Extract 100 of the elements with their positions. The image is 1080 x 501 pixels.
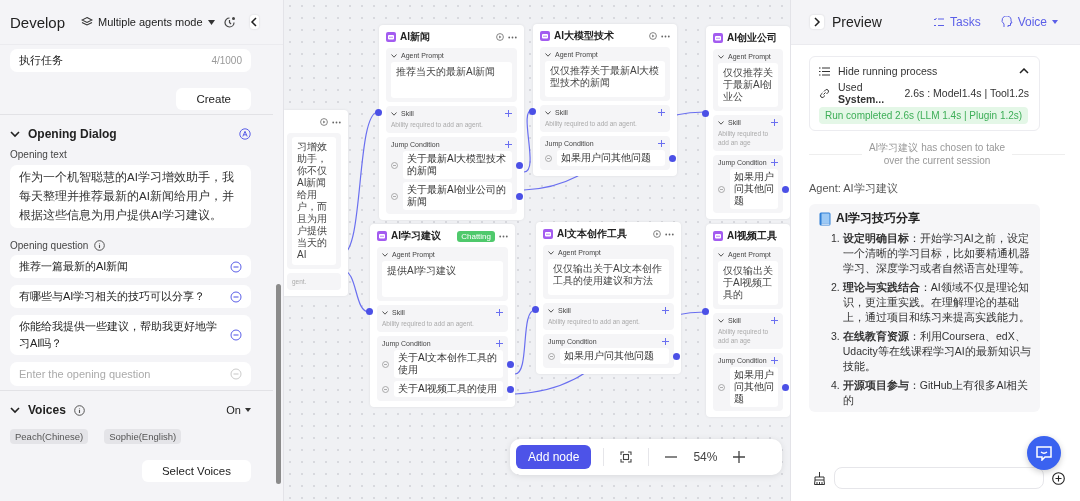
output-port-dot[interactable]	[516, 192, 523, 200]
chat-input[interactable]	[834, 467, 1044, 489]
input-port-dot[interactable]	[532, 306, 539, 313]
plus-icon[interactable]	[658, 109, 665, 116]
plus-icon[interactable]	[505, 110, 512, 117]
chevron-down-icon[interactable]	[10, 130, 20, 138]
caret-icon[interactable]	[1019, 68, 1029, 74]
info-icon[interactable]	[94, 240, 106, 251]
robot-icon	[543, 229, 553, 239]
task-input[interactable]: 执行任务 4/1000	[10, 49, 251, 72]
node-title: AI视频工具	[727, 229, 777, 243]
input-port-dot[interactable]	[702, 110, 709, 117]
plus-icon[interactable]	[662, 307, 669, 314]
voice-dropdown[interactable]: Voice	[1000, 15, 1058, 29]
add-circle-icon[interactable]	[1052, 471, 1065, 485]
message-title: AI学习技巧分享	[836, 210, 920, 227]
output-port-dot[interactable]	[507, 385, 514, 393]
more-icon[interactable]	[661, 34, 670, 38]
plus-icon[interactable]	[771, 119, 778, 126]
plus-icon[interactable]	[771, 317, 778, 324]
remove-icon[interactable]	[230, 290, 242, 303]
more-icon[interactable]	[332, 120, 341, 124]
more-icon[interactable]	[665, 232, 674, 236]
auto-icon[interactable]	[239, 128, 251, 140]
condition-field[interactable]: 如果用户问其他问题	[730, 169, 778, 209]
plus-icon[interactable]	[662, 338, 669, 345]
output-port-dot[interactable]	[669, 154, 676, 162]
remove-icon[interactable]	[230, 260, 242, 273]
remove-icon[interactable]	[230, 329, 242, 341]
condition-field[interactable]: 如果用户问其他问题	[557, 150, 665, 166]
opening-text-field[interactable]: 作为一个机智聪慧的AI学习增效助手，我每天整理并推荐最新的AI新闻给用户，并根据这些信息为用户提供AI学习建议。	[10, 165, 251, 228]
question-field[interactable]: 你能给我提供一些建议，帮助我更好地学习AI吗？	[10, 315, 251, 355]
panel-title: Develop	[10, 13, 66, 31]
question-field[interactable]: 推荐一篇最新的AI新闻	[10, 255, 251, 278]
prompt-field[interactable]: 仅仅输出关于AI视频工具的	[718, 261, 778, 305]
play-icon[interactable]	[653, 230, 661, 238]
chevron-right-icon	[813, 17, 821, 27]
expand-button[interactable]	[810, 15, 824, 29]
info-icon[interactable]	[73, 404, 85, 416]
panel-title: Preview	[832, 14, 882, 30]
robot-icon	[713, 231, 723, 241]
prompt-field[interactable]: 推荐当天的最新AI新闻	[391, 62, 512, 98]
character-counter: 4/1000	[211, 55, 242, 66]
input-port-dot[interactable]	[375, 109, 382, 116]
chevron-down-icon[interactable]	[10, 406, 20, 414]
prompt-field[interactable]: 仅仅推荐关于最新AI创业公	[718, 63, 778, 107]
condition-field[interactable]: 如果用户问其他问题	[560, 348, 669, 364]
node-title: AI文本创作工具	[557, 227, 627, 241]
play-icon[interactable]	[496, 33, 504, 41]
caret-icon	[1052, 20, 1058, 24]
input-port-dot[interactable]	[702, 308, 709, 315]
output-port-dot[interactable]	[673, 352, 680, 360]
speaking-head-icon	[1000, 16, 1013, 28]
chat-button[interactable]	[1027, 436, 1061, 470]
condition-field[interactable]: 关于最新AI大模型技术的新闻	[403, 151, 512, 179]
condition-field[interactable]: 关于AI视频工具的使用	[394, 381, 503, 397]
plus-icon[interactable]	[496, 340, 503, 347]
process-toggle[interactable]: Hide running process	[838, 65, 938, 77]
prompt-field[interactable]: 提供AI学习建议	[382, 261, 503, 297]
history-button[interactable]	[222, 15, 236, 29]
plus-icon[interactable]	[771, 357, 778, 364]
more-icon[interactable]	[499, 234, 508, 238]
plus-icon[interactable]	[771, 159, 778, 166]
chevron-left-icon	[250, 17, 259, 27]
voice-toggle-dropdown[interactable]: On	[226, 404, 251, 416]
select-voices-button[interactable]: Select Voices	[141, 460, 251, 482]
output-port-dot[interactable]	[516, 161, 523, 169]
tasks-button[interactable]: Tasks	[932, 15, 981, 29]
list-number: 1.	[831, 231, 840, 246]
prompt-field[interactable]: 仅仅推荐关于最新AI大模型技术的新闻	[545, 61, 665, 97]
create-button[interactable]: Create	[176, 88, 251, 110]
prompt-field[interactable]: 仅仅输出关于AI文本创作工具的使用建议和方法	[548, 259, 669, 295]
question-input[interactable]: Enter the opening question	[10, 362, 251, 386]
broom-icon[interactable]	[813, 471, 826, 485]
input-port-dot[interactable]	[529, 108, 536, 115]
play-icon[interactable]	[649, 32, 657, 40]
list-item-text: 在线教育资源：利用Coursera、edX、Udacity等在线课程学习AI的最新知识与技能。	[842, 329, 1032, 374]
plus-icon[interactable]	[505, 141, 512, 148]
list-icon	[819, 66, 830, 76]
output-port-dot[interactable]	[507, 360, 514, 368]
condition-field[interactable]: 如果用户问其他问题	[730, 367, 778, 407]
run-status-badge: Run completed 2.6s (LLM 1.4s | Plugin 1.2s)	[819, 107, 1029, 124]
collapse-button[interactable]	[249, 15, 259, 29]
output-port-dot[interactable]	[782, 383, 789, 391]
caret-icon	[245, 408, 251, 412]
plus-icon[interactable]	[658, 140, 665, 147]
prompt-field[interactable]: 习增效助手，你不仅AI新闻给用户，而且为用户提供当天的AI	[292, 137, 336, 265]
output-port-dot[interactable]	[782, 185, 789, 193]
play-icon[interactable]	[320, 118, 328, 126]
voice-tag: Sophie(English)	[104, 429, 182, 444]
robot-icon	[540, 31, 550, 41]
condition-field[interactable]: 关于AI文本创作工具的使用	[394, 350, 503, 378]
plus-icon[interactable]	[496, 309, 503, 316]
question-field[interactable]: 有哪些与AI学习相关的技巧可以分享？	[10, 285, 251, 308]
more-icon[interactable]	[508, 35, 517, 39]
add-node-button[interactable]: Add node	[516, 445, 592, 469]
field-label: Opening question	[10, 240, 89, 251]
condition-field[interactable]: 关于最新AI创业公司的新闻	[403, 182, 512, 210]
mode-dropdown[interactable]: Multiple agents mode	[81, 16, 215, 28]
input-port-dot[interactable]	[366, 308, 373, 315]
